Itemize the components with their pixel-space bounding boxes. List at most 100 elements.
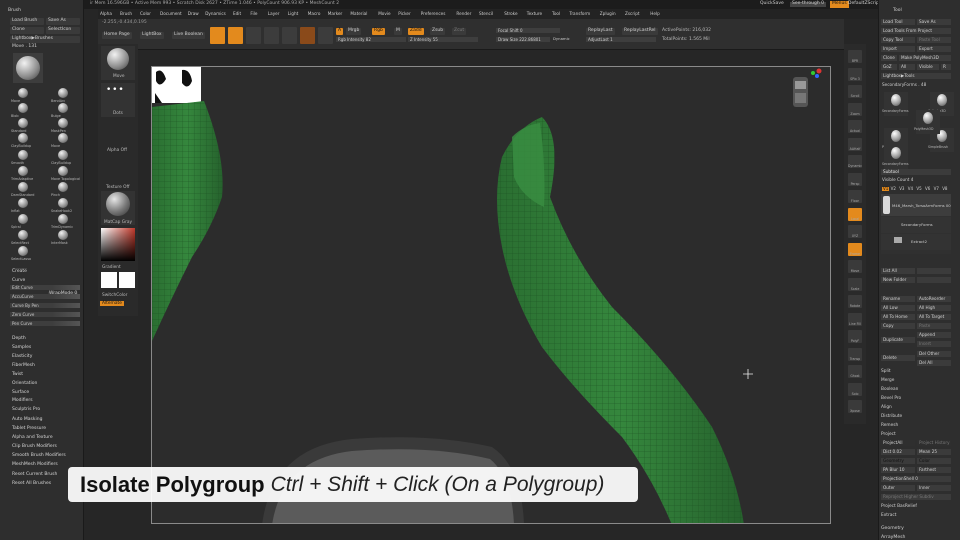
- subtool-op-boolean[interactable]: Boolean: [881, 387, 898, 392]
- subtool-op-all-to-target[interactable]: All To Target: [917, 314, 951, 320]
- menu-material[interactable]: Material: [350, 11, 367, 16]
- shelf-zoom-icon[interactable]: Zoom: [848, 102, 862, 116]
- secondary-color-swatch[interactable]: [119, 272, 135, 288]
- import-button[interactable]: Import: [881, 46, 915, 52]
- subtool-op-insert[interactable]: Insert: [917, 341, 951, 347]
- brush-trimdynamic-icon[interactable]: [58, 214, 68, 224]
- shelf-solo-icon[interactable]: Solo: [848, 382, 862, 396]
- subtool-op-distribute[interactable]: Distribute: [881, 414, 902, 419]
- menu-picker[interactable]: Picker: [398, 11, 410, 16]
- brush-smooth-icon[interactable]: [18, 150, 28, 160]
- rotate-mode-icon[interactable]: [282, 27, 297, 44]
- subtool-op-all-low[interactable]: All Low: [881, 305, 915, 311]
- brush-maskpen-icon[interactable]: [58, 118, 68, 128]
- dynamic-toggle[interactable]: Dynamic: [553, 37, 570, 41]
- reproject-higher-subdiv-button[interactable]: Reproject Higher Subdiv: [881, 494, 951, 500]
- material-swatch-icon[interactable]: [318, 27, 333, 44]
- section-create[interactable]: Create: [12, 268, 27, 274]
- menu-tool[interactable]: Tool: [552, 11, 560, 16]
- subtool-op-all-to-home[interactable]: All To Home: [881, 314, 915, 320]
- navigation-gyro[interactable]: [793, 68, 822, 108]
- zadd-button[interactable]: Zadd: [408, 28, 424, 35]
- curve-slider-curve-by-pen[interactable]: Curve By Pen: [10, 303, 80, 308]
- section-sculptris-pro[interactable]: Sculptris Pro: [12, 407, 40, 412]
- brush-selectrect-icon[interactable]: [18, 230, 28, 240]
- replay-last-rel-button[interactable]: ReplayLastRel: [622, 28, 658, 35]
- subtool-op-remesh[interactable]: Remesh: [881, 423, 898, 428]
- level-v4[interactable]: V4: [908, 187, 913, 191]
- menu-stroke[interactable]: Stroke: [504, 11, 517, 16]
- brush-claybuildup-icon[interactable]: [18, 133, 28, 143]
- focal-shift-slider[interactable]: Focal Shift 0: [496, 28, 560, 33]
- rgb-button[interactable]: Rgb: [372, 28, 385, 35]
- menus-button[interactable]: Menus: [830, 1, 849, 8]
- copy-tool-button[interactable]: Copy Tool: [881, 37, 915, 43]
- brush-selector[interactable]: Move: [101, 46, 135, 80]
- mean-slider[interactable]: Mean 25: [917, 449, 951, 455]
- menu-help[interactable]: Help: [650, 11, 660, 16]
- section-twist[interactable]: Twist: [12, 372, 23, 377]
- brush-standard-icon[interactable]: [18, 118, 28, 128]
- dist-slider[interactable]: Dist 0.02: [881, 449, 915, 455]
- brush-move-icon[interactable]: [18, 88, 28, 98]
- subtool-op-rename[interactable]: Rename: [881, 296, 915, 302]
- subtool-op-append[interactable]: Append: [917, 332, 951, 338]
- level-v1[interactable]: V1: [882, 187, 890, 191]
- lightbox-brushes-button[interactable]: Lightbox▶Brushes: [10, 36, 80, 43]
- arraymesh-section[interactable]: ArrayMesh: [881, 535, 905, 540]
- main-color-swatch[interactable]: [101, 272, 117, 288]
- brush-intermask-icon[interactable]: [58, 230, 68, 240]
- menu-color[interactable]: Color: [140, 11, 151, 16]
- move-mode-icon[interactable]: [246, 27, 261, 44]
- brush-pinch-icon[interactable]: [58, 182, 68, 192]
- menu-movie[interactable]: Movie: [378, 11, 390, 16]
- curve-slider-accucurve[interactable]: AccuCurve: [10, 294, 80, 299]
- section-tablet-pressure[interactable]: Tablet Pressure: [12, 426, 46, 431]
- subtool-header[interactable]: Subtool: [881, 169, 951, 176]
- default-zscript[interactable]: DefaultZScript: [848, 1, 881, 7]
- shelf-rotate-icon[interactable]: Rotate: [848, 295, 862, 308]
- section-samples[interactable]: Samples: [12, 345, 31, 350]
- level-v3[interactable]: V3: [899, 187, 904, 191]
- brush-claybuildup-icon[interactable]: [58, 150, 68, 160]
- zsub-button[interactable]: Zsub: [430, 28, 446, 35]
- menu-draw[interactable]: Draw: [188, 11, 199, 16]
- see-through-slider[interactable]: See-through 0: [790, 1, 826, 7]
- subtool-op-del-other[interactable]: Del Other: [917, 351, 951, 357]
- shelf-persp-icon[interactable]: Persp: [848, 172, 862, 186]
- shelf-floor-icon[interactable]: Floor: [848, 190, 862, 203]
- menu-zscript[interactable]: Zscript: [625, 11, 640, 16]
- draw-mode-icon[interactable]: [228, 27, 243, 44]
- live-boolean-button[interactable]: Live Boolean: [172, 32, 205, 39]
- menu-preferences[interactable]: Preferences: [421, 11, 446, 16]
- lightbox-button[interactable]: LightBox: [140, 32, 164, 39]
- projection-shell-slider[interactable]: ProjectionShell 0: [881, 476, 951, 482]
- menu-render[interactable]: Render: [456, 11, 471, 16]
- subtool-op-paste[interactable]: Paste: [917, 323, 951, 329]
- project-all-button[interactable]: ProjectAll: [881, 440, 915, 446]
- gradient-label[interactable]: Gradient: [102, 265, 121, 270]
- mrgb-button[interactable]: Mrgb: [346, 28, 362, 35]
- subtool-op-delete[interactable]: Delete: [881, 355, 915, 361]
- outer-button[interactable]: Outer: [881, 485, 915, 491]
- lightbox-tools-button[interactable]: Lightbox▶Tools: [881, 73, 951, 79]
- section-elasticity[interactable]: Elasticity: [12, 354, 32, 359]
- tool-clone-button[interactable]: Clone: [881, 55, 897, 61]
- inner-button[interactable]: Inner: [917, 485, 951, 491]
- goz-r-button[interactable]: R: [941, 64, 951, 70]
- shelf-xyz-icon[interactable]: XYZ: [848, 225, 862, 238]
- subtool-op-all-high[interactable]: All High: [917, 305, 951, 311]
- geometry-project-button[interactable]: Geometry: [881, 458, 915, 464]
- quicksave-button[interactable]: QuickSave: [760, 1, 784, 7]
- texture-selector[interactable]: Texture Off: [101, 157, 135, 191]
- material-selector[interactable]: MatCap Gray: [101, 191, 135, 225]
- level-v2[interactable]: V2: [891, 187, 896, 191]
- geometry-section[interactable]: Geometry: [881, 526, 904, 531]
- brush-save-as-button[interactable]: Save As: [46, 18, 80, 25]
- level-v8[interactable]: V8: [942, 187, 947, 191]
- alpha-selector[interactable]: Alpha Off: [101, 120, 135, 154]
- brush-spiral-icon[interactable]: [18, 214, 28, 224]
- curve-slider-edit-curve[interactable]: Edit Curve: [10, 285, 80, 290]
- paste-tool-button[interactable]: Paste Tool: [917, 37, 951, 43]
- menu-texture[interactable]: Texture: [527, 11, 542, 16]
